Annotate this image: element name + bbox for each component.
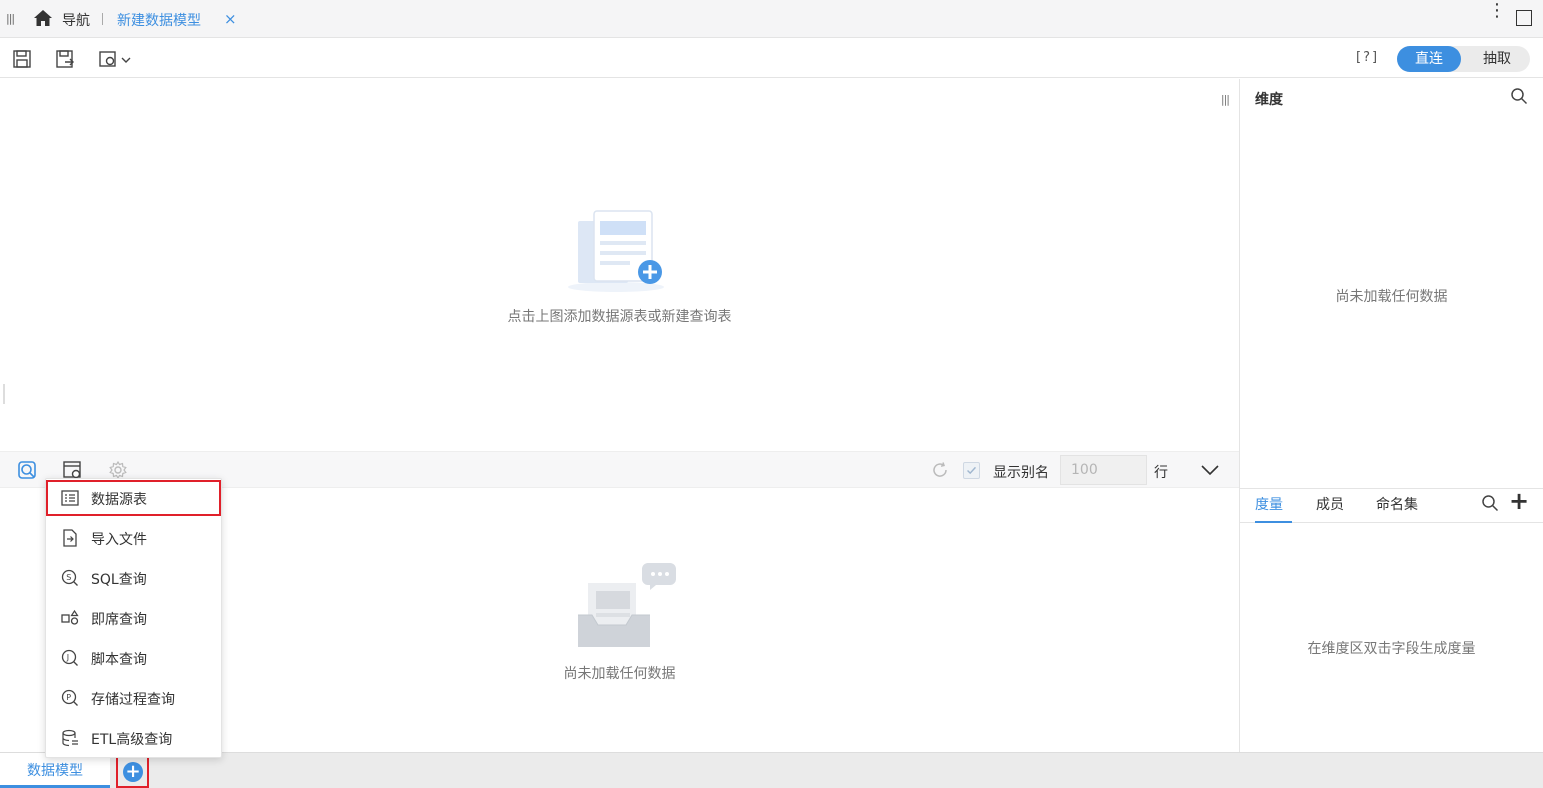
svg-text:S: S: [66, 573, 71, 582]
save-icon[interactable]: [12, 49, 32, 69]
menu-item-sql-query[interactable]: S SQL查询: [46, 560, 221, 596]
add-table-illustration-icon[interactable]: [566, 209, 666, 295]
import-file-icon: [63, 529, 77, 547]
plus-circle-icon: +: [123, 762, 143, 782]
measure-empty-text: 在维度区双击字段生成度量: [1307, 641, 1476, 657]
menu-grip-icon[interactable]: |||: [6, 12, 15, 25]
tab-measure[interactable]: 度量: [1255, 494, 1292, 523]
preview-query-icon[interactable]: [17, 460, 37, 480]
menu-item-import-file[interactable]: 导入文件: [46, 520, 221, 556]
row-unit-label: 行: [1154, 465, 1168, 481]
close-icon[interactable]: ×: [224, 10, 237, 28]
check-icon: [967, 466, 976, 475]
search-icon[interactable]: [1510, 87, 1528, 105]
etl-query-icon: [62, 729, 78, 747]
menu-item-adhoc-query[interactable]: 即席查询: [46, 600, 221, 636]
measure-panel: 度量 成员 命名集 + 在维度区双击字段生成度量: [1240, 487, 1543, 752]
nav-tab[interactable]: 导航: [62, 10, 90, 30]
menu-item-label: 数据源表: [91, 492, 147, 508]
adhoc-query-icon: [61, 609, 79, 625]
mode-extract-button[interactable]: 抽取: [1467, 46, 1527, 72]
add-query-button[interactable]: +: [116, 755, 149, 788]
table-settings-icon[interactable]: [63, 460, 83, 480]
menu-item-label: 即席查询: [91, 612, 147, 628]
menu-item-label: ETL高级查询: [91, 732, 173, 748]
gear-icon[interactable]: [108, 460, 128, 480]
svg-text:J: J: [66, 653, 69, 662]
search-icon[interactable]: [1481, 494, 1499, 512]
model-canvas[interactable]: ||| 点击上图添加数据源表或新建查询表: [0, 79, 1239, 451]
settings-dropdown-icon[interactable]: [98, 49, 132, 69]
show-alias-label: 显示别名: [993, 465, 1049, 481]
tab-separator: [102, 13, 103, 25]
menu-item-label: 导入文件: [91, 532, 147, 548]
connection-mode-toggle: 直连 抽取: [1397, 46, 1530, 72]
canvas-hint-text: 点击上图添加数据源表或新建查询表: [507, 309, 732, 325]
tab-data-model[interactable]: 数据模型: [0, 753, 110, 788]
tab-member[interactable]: 成员: [1316, 494, 1344, 523]
measure-tabs: 度量 成员 命名集 +: [1240, 487, 1543, 523]
menu-item-stored-procedure[interactable]: P 存储过程查询: [46, 680, 221, 716]
svg-text:P: P: [66, 693, 71, 702]
tab-new-data-model[interactable]: 新建数据模型: [117, 10, 201, 30]
menu-item-script-query[interactable]: J 脚本查询: [46, 640, 221, 676]
more-vertical-icon[interactable]: ⋮: [1488, 2, 1506, 20]
menu-item-label: 存储过程查询: [91, 692, 175, 708]
panel-grip-icon[interactable]: |||: [1221, 93, 1230, 106]
empty-inbox-illustration-icon: [578, 563, 676, 647]
menu-item-etl-query[interactable]: ETL高级查询: [46, 720, 221, 756]
menu-item-data-source-table[interactable]: 数据源表: [46, 480, 221, 516]
menu-item-label: 脚本查询: [91, 652, 147, 668]
main-toolbar: [?] 直连 抽取: [0, 39, 1543, 78]
top-tab-bar: ||| 导航 新建数据模型 × ⋮: [0, 0, 1543, 38]
dimension-panel: 维度 尚未加载任何数据: [1240, 79, 1543, 488]
help-button[interactable]: [?]: [1356, 50, 1379, 65]
home-icon[interactable]: [33, 9, 53, 27]
dimension-title: 维度: [1255, 92, 1283, 108]
sql-query-icon: S: [61, 569, 78, 586]
stored-procedure-icon: P: [61, 689, 78, 706]
bottom-tab-bar: 数据模型 +: [0, 752, 1543, 788]
mode-direct-button[interactable]: 直连: [1397, 46, 1461, 72]
dimension-empty-text: 尚未加载任何数据: [1335, 289, 1448, 305]
table-icon: [61, 490, 79, 506]
add-source-menu: 数据源表 导入文件 S SQL查询 即席查询 J 脚本查询 P 存储过程查询 E…: [45, 478, 222, 758]
menu-item-label: SQL查询: [91, 572, 147, 588]
tab-named-set[interactable]: 命名集: [1376, 494, 1418, 523]
show-alias-checkbox[interactable]: [963, 462, 980, 479]
resize-handle[interactable]: [3, 384, 5, 404]
script-query-icon: J: [61, 649, 78, 666]
save-as-icon[interactable]: [55, 49, 75, 69]
chevron-down-icon[interactable]: [1200, 461, 1220, 479]
add-measure-icon[interactable]: +: [1509, 487, 1529, 515]
refresh-icon[interactable]: [931, 461, 949, 479]
maximize-icon[interactable]: [1516, 10, 1532, 26]
row-count-input[interactable]: 100: [1060, 455, 1147, 485]
